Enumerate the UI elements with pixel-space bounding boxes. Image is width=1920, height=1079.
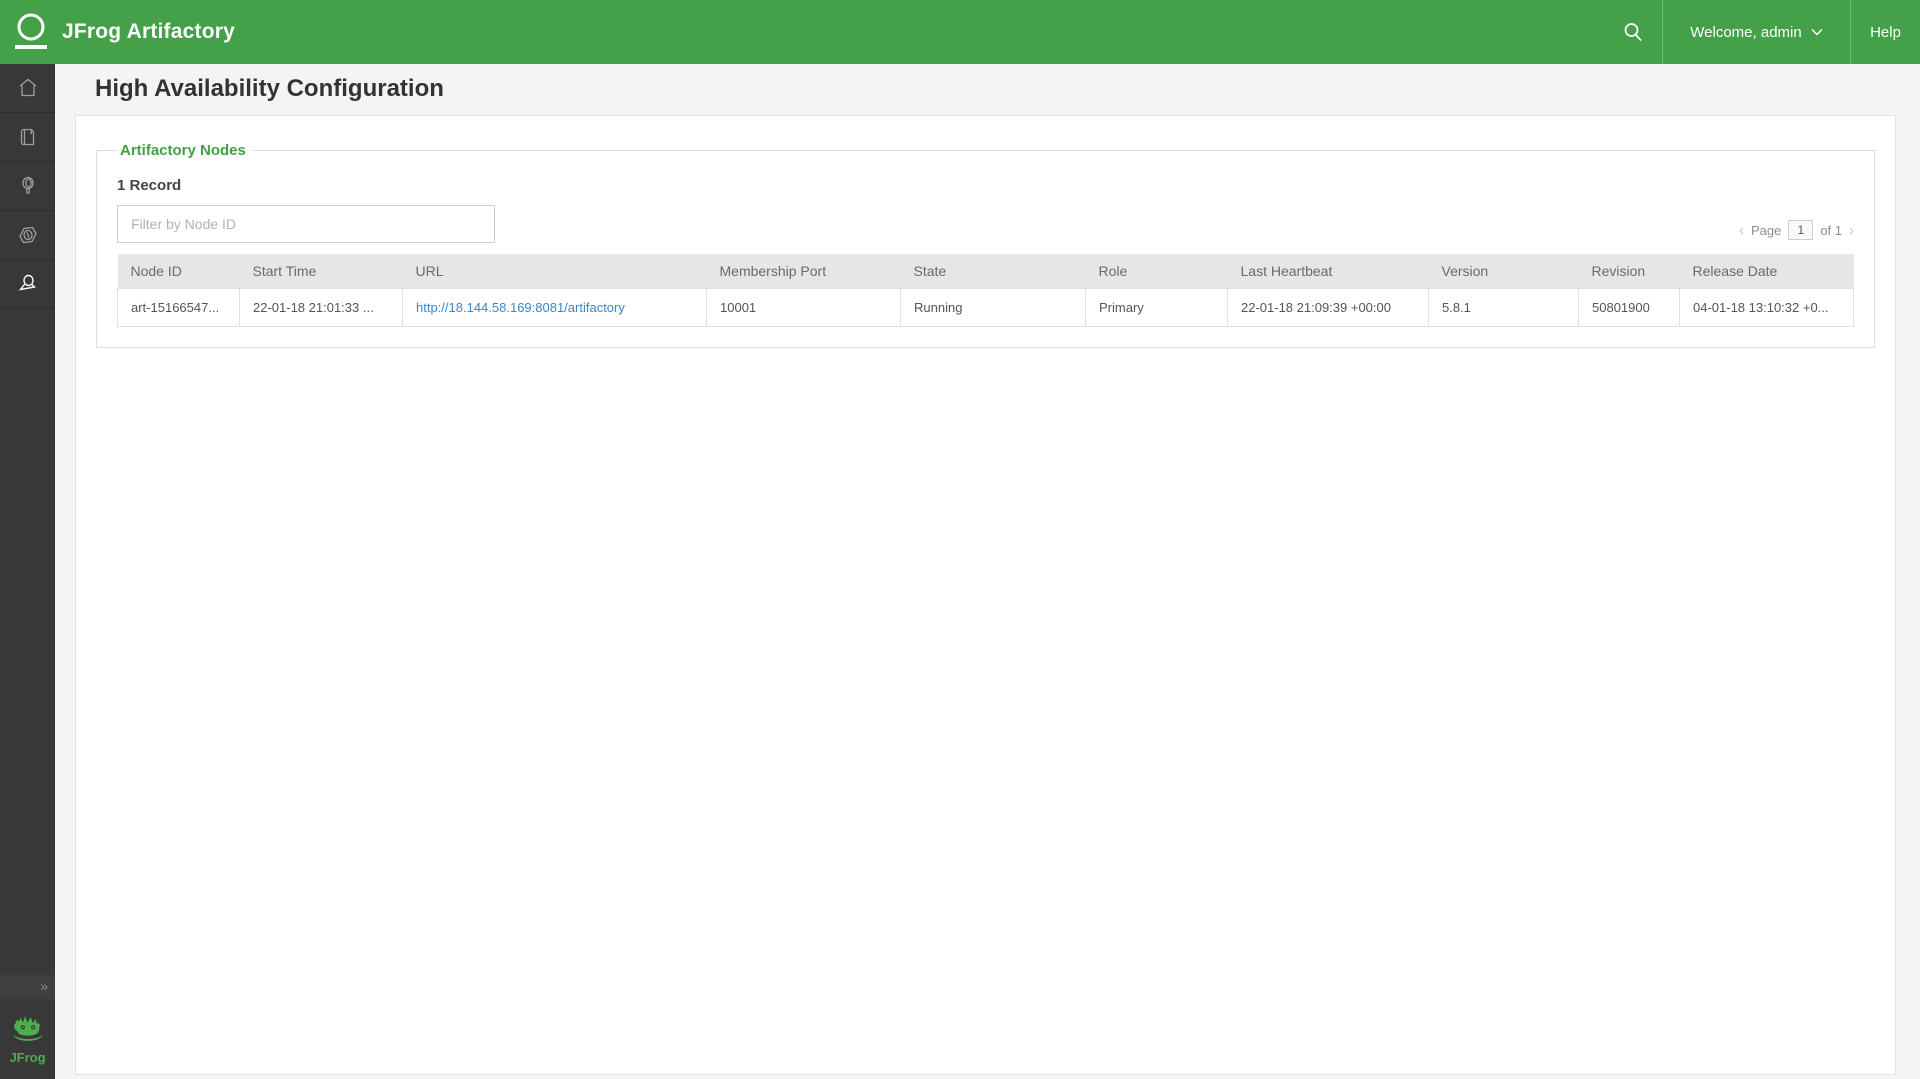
page-label: Page	[1751, 223, 1781, 238]
col-header-node-id[interactable]: Node ID	[118, 254, 240, 289]
col-header-start-time[interactable]: Start Time	[240, 254, 403, 289]
sidebar-expand-button[interactable]: »	[0, 975, 55, 999]
filter-node-id-input[interactable]	[117, 205, 495, 243]
cell-url: http://18.144.58.169:8081/artifactory	[403, 289, 707, 327]
sidebar-item-admin[interactable]	[0, 260, 55, 309]
record-count: 1 Record	[117, 177, 1854, 194]
header-spacer	[235, 0, 1604, 64]
search-3d-icon	[15, 173, 41, 199]
table-toolbar: ‹ Page 1 of 1 ›	[117, 205, 1854, 243]
col-header-membership-port[interactable]: Membership Port	[707, 254, 901, 289]
table-row[interactable]: art-15166547... 22-01-18 21:01:33 ... ht…	[118, 289, 1854, 327]
cell-membership-port: 10001	[707, 289, 901, 327]
sidebar-item-builds[interactable]	[0, 211, 55, 260]
node-url-link[interactable]: http://18.144.58.169:8081/artifactory	[416, 300, 625, 315]
page-of-label: of 1	[1820, 223, 1842, 238]
artifactory-logo-icon	[14, 12, 48, 52]
fieldset-legend: Artifactory Nodes	[117, 142, 253, 159]
sidebar-item-home[interactable]	[0, 64, 55, 113]
cell-last-heartbeat: 22-01-18 21:09:39 +00:00	[1228, 289, 1429, 327]
sidebar-item-artifacts[interactable]	[0, 113, 55, 162]
col-header-state[interactable]: State	[901, 254, 1086, 289]
welcome-label: Welcome, admin	[1690, 24, 1801, 41]
search-icon[interactable]	[1604, 0, 1662, 64]
help-label: Help	[1870, 24, 1901, 41]
help-link[interactable]: Help	[1850, 0, 1920, 64]
artifactory-nodes-fieldset: Artifactory Nodes 1 Record ‹ Page 1 of 1…	[96, 142, 1875, 348]
col-header-role[interactable]: Role	[1086, 254, 1228, 289]
cell-version: 5.8.1	[1429, 289, 1579, 327]
main-row: » JFrog High Availability Configuration …	[0, 64, 1920, 1079]
col-header-revision[interactable]: Revision	[1579, 254, 1680, 289]
builds-icon	[15, 222, 41, 248]
page-number-input[interactable]: 1	[1788, 220, 1813, 240]
nodes-table: Node ID Start Time URL Membership Port S…	[117, 254, 1854, 327]
jfrog-footer-logo: JFrog	[0, 1015, 55, 1065]
sidebar: » JFrog	[0, 64, 55, 1079]
cell-node-id: art-15166547...	[118, 289, 240, 327]
cell-revision: 50801900	[1579, 289, 1680, 327]
top-header: JFrog Artifactory Welcome, admin Help	[0, 0, 1920, 64]
frog-logo-label: JFrog	[0, 1051, 55, 1065]
cell-release-date: 04-01-18 13:10:32 +0...	[1680, 289, 1854, 327]
chevron-down-icon	[1811, 28, 1823, 36]
user-menu[interactable]: Welcome, admin	[1662, 0, 1850, 64]
page-title: High Availability Configuration	[95, 75, 1896, 103]
col-header-release-date[interactable]: Release Date	[1680, 254, 1854, 289]
sidebar-spacer	[0, 309, 55, 975]
pagination: ‹ Page 1 of 1 ›	[1739, 220, 1854, 243]
home-icon	[15, 75, 41, 101]
cell-state: Running	[901, 289, 1086, 327]
cell-start-time: 22-01-18 21:01:33 ...	[240, 289, 403, 327]
table-header-row: Node ID Start Time URL Membership Port S…	[118, 254, 1854, 289]
cell-role: Primary	[1086, 289, 1228, 327]
app-logo[interactable]: JFrog Artifactory	[0, 0, 235, 64]
app-title: JFrog Artifactory	[62, 20, 235, 44]
main-content: High Availability Configuration Artifact…	[55, 64, 1920, 1079]
sidebar-item-search[interactable]	[0, 162, 55, 211]
col-header-url[interactable]: URL	[403, 254, 707, 289]
expander-chevrons-icon: »	[40, 978, 46, 994]
artifacts-icon	[15, 124, 41, 150]
col-header-version[interactable]: Version	[1429, 254, 1579, 289]
ha-config-panel: Artifactory Nodes 1 Record ‹ Page 1 of 1…	[75, 115, 1896, 1075]
page-next-icon[interactable]: ›	[1849, 222, 1854, 239]
frog-icon	[9, 1015, 47, 1047]
page-prev-icon[interactable]: ‹	[1739, 222, 1744, 239]
col-header-last-heartbeat[interactable]: Last Heartbeat	[1228, 254, 1429, 289]
admin-user-icon	[15, 271, 41, 297]
